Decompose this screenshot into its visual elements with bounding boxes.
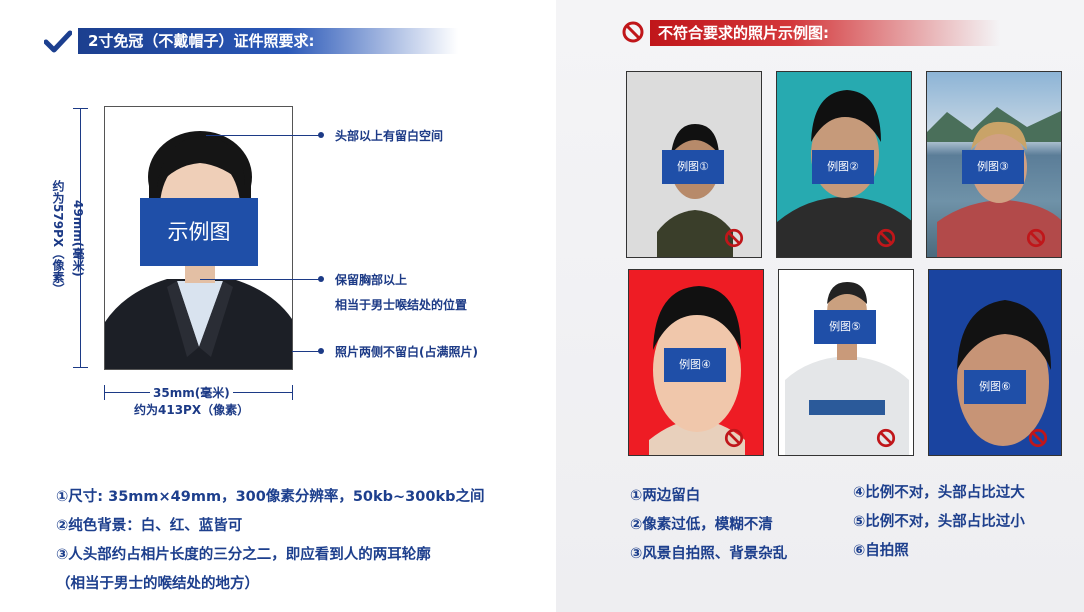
reason-6: ⑥自拍照	[853, 543, 909, 559]
example-label-3: 例图③	[962, 150, 1024, 184]
prohibited-icon	[876, 228, 896, 248]
annotation-dot-sides	[318, 348, 324, 354]
requirement-head-ratio: ③人头部约占相片长度的三分之二，即应看到人的两耳轮廓	[56, 547, 431, 563]
annotation-chest: 保留胸部以上	[335, 273, 408, 287]
annotation-line-head	[206, 135, 320, 136]
annotation-adam-apple: 相当于男士喉结处的位置	[335, 298, 468, 312]
annotation-dot-chest	[318, 276, 324, 282]
example-label-5: 例图⑤	[814, 310, 876, 344]
annotation-no-side-margin: 照片两侧不留白(占满照片)	[335, 345, 478, 359]
example-label-4: 例图④	[664, 348, 726, 382]
prohibited-icon	[876, 428, 896, 448]
annotation-dot-head	[318, 132, 324, 138]
example-label-1: 例图①	[662, 150, 724, 184]
prohibited-icon	[724, 228, 744, 248]
requirements-header: 2寸免冠（不戴帽子）证件照要求:	[78, 28, 458, 54]
prohibited-icon	[724, 428, 744, 448]
prohibited-icon	[1028, 428, 1048, 448]
width-px-label: 约为413PX（像素）	[134, 403, 250, 417]
reason-1: ①两边留白	[630, 488, 701, 504]
example-label-6: 例图⑥	[964, 370, 1026, 404]
bad-examples-header: 不符合要求的照片示例图:	[650, 20, 1000, 46]
reason-5: ⑤比例不对，头部占比过小	[853, 514, 1025, 530]
requirement-note: （相当于男士的喉结处的地方）	[56, 576, 259, 592]
annotation-line-sides	[292, 351, 320, 352]
sample-label: 示例图	[140, 198, 258, 266]
height-px-label: 约为579PX（像素）	[51, 180, 65, 296]
example-label-2: 例图②	[812, 150, 874, 184]
height-mm-label: 49mm(毫米)	[71, 200, 85, 277]
reason-2: ②像素过低，模糊不清	[630, 517, 773, 533]
annotation-line-chest	[200, 279, 320, 280]
width-mm-label: 35mm(毫米)	[150, 384, 233, 401]
prohibited-icon	[622, 21, 644, 43]
requirement-size: ①尺寸: 35mm×49mm，300像素分辨率，50kb~300kb之间	[56, 489, 485, 505]
check-icon	[44, 30, 72, 53]
prohibited-icon	[1026, 228, 1046, 248]
reason-4: ④比例不对，头部占比过大	[853, 485, 1025, 501]
requirement-background: ②纯色背景：白、红、蓝皆可	[56, 518, 243, 534]
annotation-head-space: 头部以上有留白空间	[335, 129, 444, 143]
reason-3: ③风景自拍照、背景杂乱	[630, 546, 788, 562]
